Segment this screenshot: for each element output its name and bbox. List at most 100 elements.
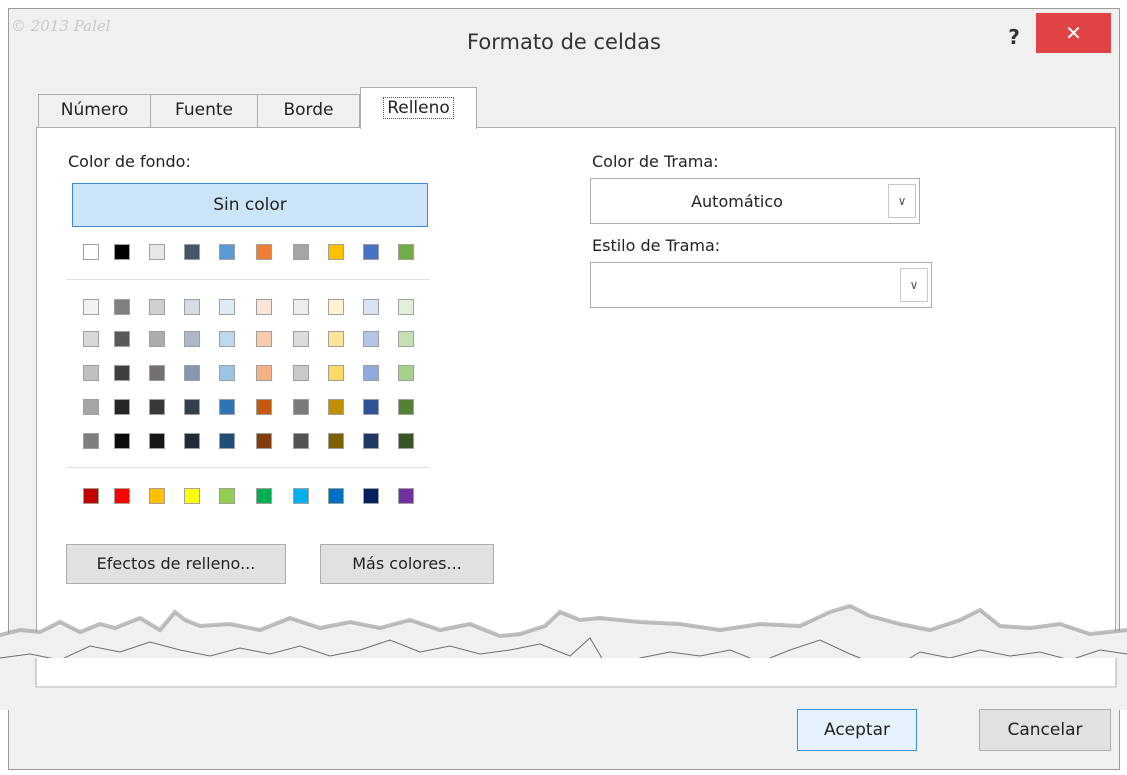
color-swatch[interactable] [149,399,165,415]
palette-separator [66,467,430,468]
color-swatch[interactable] [256,399,272,415]
standard-color-swatch[interactable] [83,488,99,504]
color-swatch[interactable] [328,331,344,347]
color-swatch[interactable] [328,244,344,260]
color-swatch[interactable] [149,365,165,381]
pattern-color-label: Color de Trama: [592,152,719,171]
color-swatch[interactable] [256,331,272,347]
color-swatch[interactable] [293,331,309,347]
torn-edge-divider [0,603,1127,710]
color-swatch[interactable] [219,433,235,449]
color-swatch[interactable] [114,244,130,260]
standard-color-swatch[interactable] [149,488,165,504]
color-swatch[interactable] [184,399,200,415]
color-swatch[interactable] [398,399,414,415]
color-swatch[interactable] [398,244,414,260]
color-swatch[interactable] [184,433,200,449]
color-swatch[interactable] [149,299,165,315]
pattern-color-value: Automático [691,191,783,211]
ok-button[interactable]: Aceptar [797,709,917,751]
color-swatch[interactable] [256,299,272,315]
color-swatch[interactable] [256,244,272,260]
tab-label: Borde [283,100,334,120]
color-swatch[interactable] [398,433,414,449]
color-swatch[interactable] [219,399,235,415]
color-swatch[interactable] [184,299,200,315]
tab-fuente[interactable]: Fuente [150,94,258,127]
color-swatch[interactable] [363,433,379,449]
color-swatch[interactable] [256,365,272,381]
color-swatch[interactable] [149,244,165,260]
color-swatch[interactable] [363,399,379,415]
color-swatch[interactable] [328,399,344,415]
color-swatch[interactable] [256,433,272,449]
color-swatch[interactable] [293,299,309,315]
color-swatch[interactable] [83,299,99,315]
color-swatch[interactable] [363,365,379,381]
color-swatch[interactable] [83,433,99,449]
chevron-down-icon[interactable]: ∨ [900,268,928,302]
close-icon: ✕ [1065,21,1082,45]
pattern-color-dropdown[interactable]: Automático ∨ [590,178,920,224]
standard-color-swatch[interactable] [184,488,200,504]
color-swatch[interactable] [83,331,99,347]
color-swatch[interactable] [114,331,130,347]
standard-color-swatch[interactable] [293,488,309,504]
tab-label: Número [60,100,129,120]
color-swatch[interactable] [328,299,344,315]
color-swatch[interactable] [293,399,309,415]
tab-relleno[interactable]: Relleno [360,87,477,129]
color-swatch[interactable] [398,299,414,315]
color-swatch[interactable] [219,331,235,347]
color-swatch[interactable] [114,433,130,449]
color-swatch[interactable] [398,331,414,347]
color-swatch[interactable] [328,433,344,449]
color-swatch[interactable] [363,331,379,347]
no-color-button[interactable]: Sin color [72,183,428,227]
color-swatch[interactable] [293,433,309,449]
standard-color-swatch[interactable] [219,488,235,504]
cancel-button[interactable]: Cancelar [979,709,1111,751]
palette-separator [66,279,430,280]
more-colors-button[interactable]: Más colores... [320,544,494,584]
pattern-style-label: Estilo de Trama: [592,236,721,255]
color-swatch[interactable] [219,365,235,381]
background-color-label: Color de fondo: [68,152,191,171]
color-swatch[interactable] [363,299,379,315]
color-swatch[interactable] [293,365,309,381]
color-swatch[interactable] [219,299,235,315]
color-swatch[interactable] [83,365,99,381]
tab-label: Relleno [383,97,454,119]
help-button[interactable]: ? [994,19,1034,55]
color-swatch[interactable] [114,365,130,381]
color-swatch[interactable] [293,244,309,260]
color-swatch[interactable] [114,399,130,415]
color-swatch[interactable] [184,244,200,260]
color-swatch[interactable] [83,399,99,415]
color-swatch[interactable] [328,365,344,381]
pattern-style-dropdown[interactable]: ∨ [590,262,932,308]
standard-color-swatch[interactable] [328,488,344,504]
color-swatch[interactable] [184,331,200,347]
color-swatch[interactable] [83,244,99,260]
color-swatch[interactable] [398,365,414,381]
standard-color-swatch[interactable] [256,488,272,504]
fill-effects-button[interactable]: Efectos de relleno... [66,544,286,584]
close-button[interactable]: ✕ [1036,13,1111,53]
color-swatch[interactable] [149,433,165,449]
standard-color-swatch[interactable] [398,488,414,504]
color-swatch[interactable] [184,365,200,381]
standard-color-swatch[interactable] [114,488,130,504]
title-bar[interactable]: © 2013 Palel Formato de celdas ? ✕ [9,9,1119,75]
color-swatch[interactable] [219,244,235,260]
tab-numero[interactable]: Número [38,94,151,127]
pattern-style-value [591,263,895,307]
color-swatch[interactable] [149,331,165,347]
standard-color-swatch[interactable] [363,488,379,504]
tab-borde[interactable]: Borde [257,94,360,127]
color-swatch[interactable] [114,299,130,315]
dialog-title: Formato de celdas [467,30,661,54]
color-swatch[interactable] [363,244,379,260]
chevron-down-icon[interactable]: ∨ [888,184,916,218]
tab-label: Fuente [175,100,233,120]
